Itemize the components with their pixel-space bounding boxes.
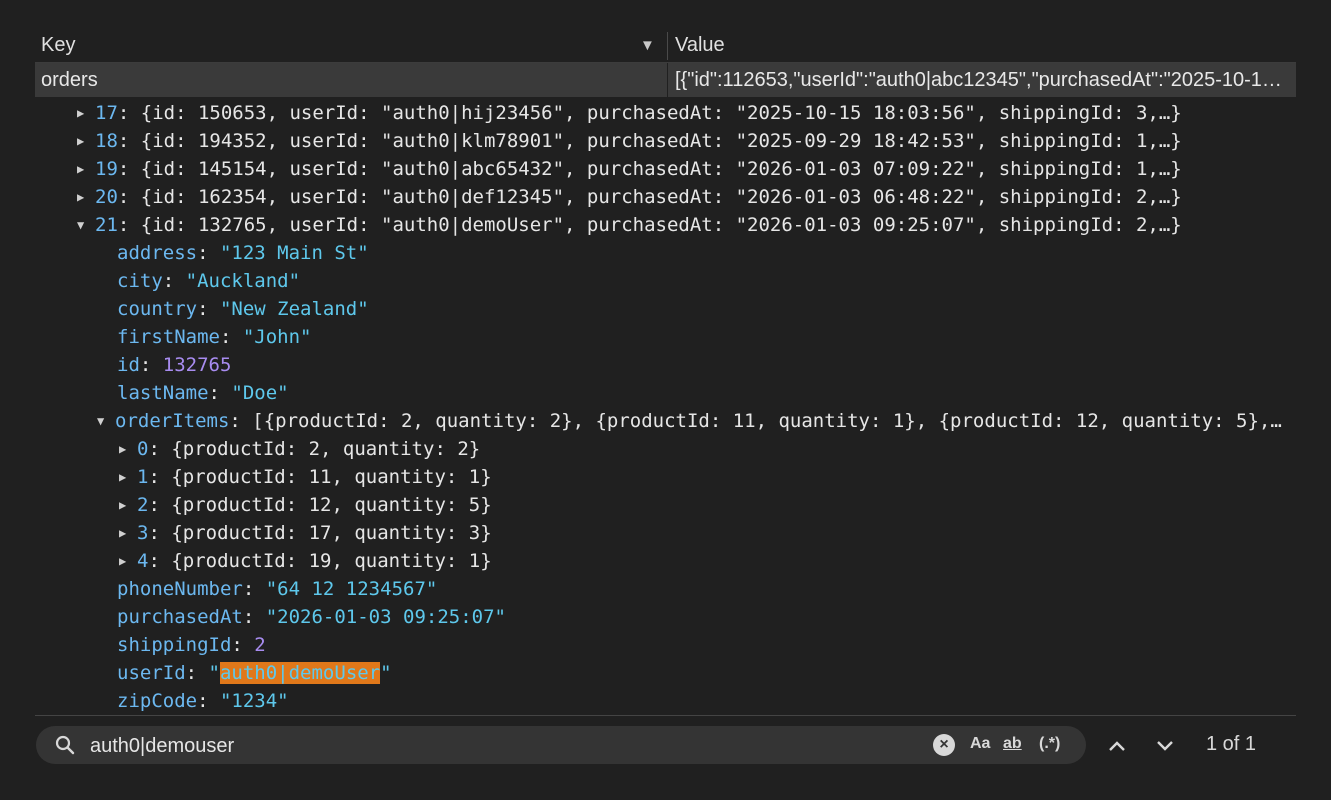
- property-city[interactable]: city: "Auckland": [117, 267, 300, 295]
- property-id[interactable]: id: 132765: [117, 351, 231, 379]
- previous-match-button[interactable]: [1104, 733, 1130, 759]
- row-key: orders: [41, 69, 98, 91]
- search-match-highlight: auth0|demoUser: [219, 662, 381, 684]
- property-phonenumber[interactable]: phoneNumber: "64 12 1234567": [117, 575, 437, 603]
- expand-triangle-icon[interactable]: ▶: [119, 435, 137, 463]
- property-purchasedat[interactable]: purchasedAt: "2026-01-03 09:25:07": [117, 603, 506, 631]
- whole-word-toggle[interactable]: ab: [1003, 735, 1022, 753]
- column-divider[interactable]: [667, 32, 668, 60]
- row-value: [{"id":112653,"userId":"auth0|abc12345",…: [675, 69, 1293, 91]
- tree-node-order-19[interactable]: ▶ 19: {id: 145154, userId: "auth0|abc6543…: [77, 155, 1182, 183]
- search-icon: [55, 735, 75, 755]
- expand-triangle-icon[interactable]: ▶: [119, 463, 137, 491]
- property-zipcode[interactable]: zipCode: "1234": [117, 687, 289, 714]
- table-row-orders[interactable]: orders [{"id":112653,"userId":"auth0|abc…: [35, 63, 1296, 97]
- expand-triangle-icon[interactable]: ▶: [119, 547, 137, 575]
- regex-toggle[interactable]: (.*): [1039, 735, 1060, 753]
- table-header: Key ▼ Value: [35, 28, 1296, 63]
- value-column-header[interactable]: Value: [675, 34, 725, 57]
- tree-node-order-20[interactable]: ▶ 20: {id: 162354, userId: "auth0|def1234…: [77, 183, 1182, 211]
- key-column-header[interactable]: Key: [41, 34, 75, 57]
- property-address[interactable]: address: "123 Main St": [117, 239, 369, 267]
- tree-node-orderitem-4[interactable]: ▶ 4: {productId: 19, quantity: 1}: [119, 547, 492, 575]
- tree-node-order-21[interactable]: ▼ 21: {id: 132765, userId: "auth0|demoUse…: [77, 211, 1182, 239]
- divider: [35, 715, 1296, 716]
- expand-triangle-icon[interactable]: ▶: [77, 183, 95, 211]
- property-userid[interactable]: userId: "auth0|demoUser": [117, 659, 392, 687]
- tree-node-orderitems[interactable]: ▼ orderItems: [{productId: 2, quantity: 2…: [97, 407, 1294, 435]
- search-input[interactable]: [88, 730, 912, 762]
- expand-triangle-icon[interactable]: ▶: [77, 99, 95, 127]
- expand-triangle-icon[interactable]: ▶: [77, 127, 95, 155]
- search-bar: × Aa ab (.*): [36, 726, 1086, 764]
- expand-triangle-icon[interactable]: ▶: [77, 155, 95, 183]
- tree-node-orderitem-1[interactable]: ▶ 1: {productId: 11, quantity: 1}: [119, 463, 492, 491]
- expand-triangle-icon[interactable]: ▶: [119, 519, 137, 547]
- tree-node-orderitem-0[interactable]: ▶ 0: {productId: 2, quantity: 2}: [119, 435, 480, 463]
- property-firstname[interactable]: firstName: "John": [117, 323, 311, 351]
- tree-node-orderitem-2[interactable]: ▶ 2: {productId: 12, quantity: 5}: [119, 491, 492, 519]
- match-count: 1 of 1: [1206, 733, 1257, 755]
- column-divider: [667, 63, 668, 97]
- tree-node-order-18[interactable]: ▶ 18: {id: 194352, userId: "auth0|klm7890…: [77, 127, 1182, 155]
- collapse-triangle-icon[interactable]: ▼: [97, 407, 115, 435]
- tree-node-order-17[interactable]: ▶ 17: {id: 150653, userId: "auth0|hij2345…: [77, 99, 1182, 127]
- next-match-button[interactable]: [1152, 733, 1178, 759]
- expand-triangle-icon[interactable]: ▶: [119, 491, 137, 519]
- sort-arrow-icon[interactable]: ▼: [640, 37, 655, 54]
- collapse-triangle-icon[interactable]: ▼: [77, 211, 95, 239]
- property-shippingid[interactable]: shippingId: 2: [117, 631, 266, 659]
- clear-search-icon[interactable]: ×: [933, 734, 955, 756]
- tree-node-orderitem-3[interactable]: ▶ 3: {productId: 17, quantity: 3}: [119, 519, 492, 547]
- match-case-toggle[interactable]: Aa: [970, 735, 990, 753]
- json-tree: ▶ 17: {id: 150653, userId: "auth0|hij2345…: [35, 99, 1296, 714]
- property-lastname[interactable]: lastName: "Doe": [117, 379, 289, 407]
- property-country[interactable]: country: "New Zealand": [117, 295, 369, 323]
